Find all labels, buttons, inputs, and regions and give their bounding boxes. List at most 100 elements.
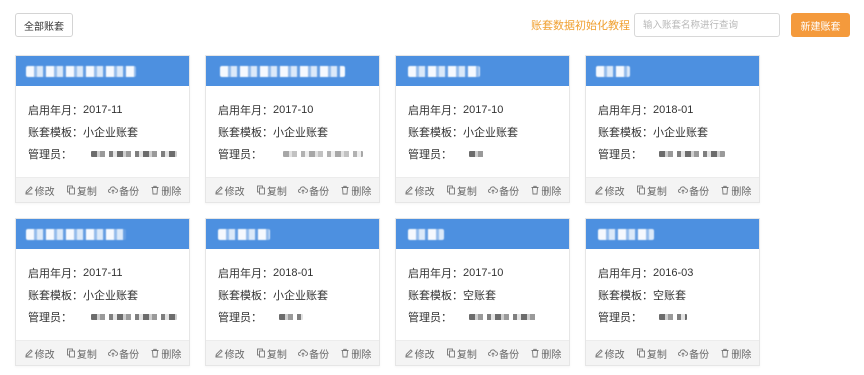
cloud-upload-icon — [678, 349, 689, 357]
start-value: 2018-01 — [653, 104, 694, 116]
copy-icon — [446, 348, 455, 358]
backup-button[interactable]: 备份 — [488, 183, 519, 198]
copy-button[interactable]: 复制 — [446, 183, 477, 198]
account-card[interactable]: 启用年月： 2017-11 账套模板： 小企业账套 管理员： 修改 复制 备份 删除 — [15, 55, 190, 203]
copy-button[interactable]: 复制 — [446, 346, 477, 361]
edit-button[interactable]: 修改 — [404, 183, 435, 198]
account-card-grid: 启用年月： 2017-11 账套模板： 小企业账套 管理员： 修改 复制 备份 删除… — [15, 55, 760, 366]
backup-button[interactable]: 备份 — [298, 346, 329, 361]
admin-label: 管理员： — [28, 149, 72, 161]
template-value: 空账套 — [653, 290, 686, 302]
start-value: 2016-03 — [653, 267, 694, 279]
template-label: 账套模板： — [408, 127, 463, 139]
copy-button[interactable]: 复制 — [256, 183, 287, 198]
template-label: 账套模板： — [218, 127, 273, 139]
admin-label: 管理员： — [598, 312, 642, 324]
edit-button[interactable]: 修改 — [24, 346, 55, 361]
edit-button[interactable]: 修改 — [594, 346, 625, 361]
pencil-icon — [595, 349, 603, 358]
account-card[interactable]: 启用年月： 2017-10 账套模板： 空账套 管理员： 修改 复制 备份 删除 — [395, 218, 570, 366]
start-label: 启用年月： — [28, 268, 83, 280]
admin-redacted — [91, 151, 177, 157]
delete-button[interactable]: 删除 — [340, 346, 371, 361]
start-label: 启用年月： — [408, 268, 463, 280]
admin-redacted — [91, 314, 177, 320]
delete-button[interactable]: 删除 — [340, 183, 371, 198]
card-title-redacted — [16, 219, 189, 249]
trash-icon — [151, 348, 159, 358]
template-value: 小企业账套 — [463, 127, 518, 139]
delete-button[interactable]: 删除 — [530, 183, 561, 198]
account-card[interactable]: 启用年月： 2017-10 账套模板： 小企业账套 管理员： 修改 复制 备份 删除 — [205, 55, 380, 203]
start-value: 2017-10 — [273, 104, 314, 116]
template-label: 账套模板： — [28, 290, 83, 302]
delete-button[interactable]: 删除 — [150, 183, 181, 198]
cloud-upload-icon — [108, 349, 119, 357]
copy-icon — [256, 185, 265, 195]
edit-button[interactable]: 修改 — [594, 183, 625, 198]
cloud-upload-icon — [678, 186, 689, 194]
init-tutorial-link[interactable]: 账套数据初始化教程 — [531, 17, 630, 33]
template-value: 小企业账套 — [273, 127, 328, 139]
copy-button[interactable]: 复制 — [66, 183, 97, 198]
start-value: 2017-10 — [463, 104, 504, 116]
template-label: 账套模板： — [28, 127, 83, 139]
admin-redacted — [283, 151, 363, 157]
start-label: 启用年月： — [598, 268, 653, 280]
backup-button[interactable]: 备份 — [488, 346, 519, 361]
backup-button[interactable]: 备份 — [298, 183, 329, 198]
card-title-redacted — [586, 56, 759, 86]
admin-label: 管理员： — [28, 312, 72, 324]
template-value: 小企业账套 — [653, 127, 708, 139]
delete-button[interactable]: 删除 — [720, 346, 751, 361]
template-label: 账套模板： — [218, 290, 273, 302]
delete-button[interactable]: 删除 — [530, 346, 561, 361]
start-value: 2017-11 — [83, 267, 123, 279]
cloud-upload-icon — [488, 349, 499, 357]
backup-button[interactable]: 备份 — [108, 183, 139, 198]
edit-button[interactable]: 修改 — [24, 183, 55, 198]
copy-icon — [446, 185, 455, 195]
admin-redacted — [279, 314, 303, 320]
card-title-redacted — [396, 219, 569, 249]
pencil-icon — [405, 186, 413, 195]
copy-icon — [66, 185, 75, 195]
copy-button[interactable]: 复制 — [256, 346, 287, 361]
cloud-upload-icon — [298, 186, 309, 194]
account-card[interactable]: 启用年月： 2018-01 账套模板： 小企业账套 管理员： 修改 复制 备份 删除 — [205, 218, 380, 366]
start-value: 2017-11 — [83, 104, 123, 116]
delete-button[interactable]: 删除 — [150, 346, 181, 361]
cloud-upload-icon — [108, 186, 119, 194]
backup-button[interactable]: 备份 — [678, 183, 709, 198]
account-card[interactable]: 启用年月： 2017-10 账套模板： 小企业账套 管理员： 修改 复制 备份 删除 — [395, 55, 570, 203]
new-account-button[interactable]: 新建账套 — [791, 13, 850, 37]
start-label: 启用年月： — [218, 268, 273, 280]
backup-button[interactable]: 备份 — [108, 346, 139, 361]
account-card[interactable]: 启用年月： 2016-03 账套模板： 空账套 管理员： 修改 复制 备份 删除 — [585, 218, 760, 366]
admin-redacted — [659, 314, 687, 320]
account-card[interactable]: 启用年月： 2017-11 账套模板： 小企业账套 管理员： 修改 复制 备份 删除 — [15, 218, 190, 366]
template-value: 小企业账套 — [273, 290, 328, 302]
card-title-redacted — [16, 56, 189, 86]
start-label: 启用年月： — [598, 105, 653, 117]
copy-button[interactable]: 复制 — [66, 346, 97, 361]
template-value: 空账套 — [463, 290, 496, 302]
card-title-redacted — [586, 219, 759, 249]
template-label: 账套模板： — [408, 290, 463, 302]
all-accounts-button[interactable]: 全部账套 — [15, 13, 73, 37]
cloud-upload-icon — [488, 186, 499, 194]
edit-button[interactable]: 修改 — [214, 346, 245, 361]
start-label: 启用年月： — [28, 105, 83, 117]
search-input[interactable] — [634, 13, 780, 37]
start-label: 启用年月： — [218, 105, 273, 117]
copy-icon — [256, 348, 265, 358]
delete-button[interactable]: 删除 — [720, 183, 751, 198]
backup-button[interactable]: 备份 — [678, 346, 709, 361]
start-label: 启用年月： — [408, 105, 463, 117]
copy-button[interactable]: 复制 — [636, 183, 667, 198]
edit-button[interactable]: 修改 — [404, 346, 435, 361]
edit-button[interactable]: 修改 — [214, 183, 245, 198]
copy-button[interactable]: 复制 — [636, 346, 667, 361]
account-card[interactable]: 启用年月： 2018-01 账套模板： 小企业账套 管理员： 修改 复制 备份 删除 — [585, 55, 760, 203]
admin-label: 管理员： — [408, 312, 452, 324]
